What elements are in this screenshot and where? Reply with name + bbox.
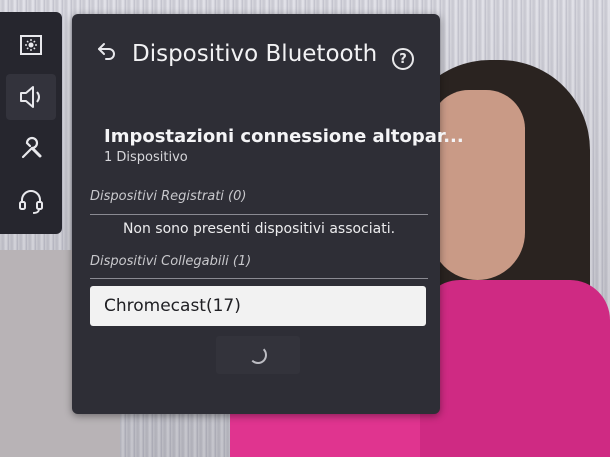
back-arrow-icon[interactable] — [96, 40, 118, 62]
wrench-icon — [21, 136, 42, 159]
registered-devices-label: Dispositivi Registrati (0) — [90, 189, 247, 204]
help-icon[interactable]: ? — [392, 48, 414, 70]
background-person-face — [430, 90, 525, 280]
device-name: Chromecast(17) — [104, 296, 241, 316]
speaker-icon — [20, 86, 40, 108]
picture-settings-icon — [20, 35, 42, 55]
rail-item-general[interactable] — [6, 126, 56, 172]
bluetooth-device-panel: Dispositivo Bluetooth ? Impostazioni con… — [72, 14, 464, 414]
no-devices-message: Non sono presenti dispositivi associati. — [122, 221, 396, 237]
rail-item-support[interactable] — [6, 178, 56, 224]
background-person-shoulder — [420, 280, 610, 457]
settings-category-rail — [0, 12, 62, 234]
rail-item-picture[interactable] — [6, 22, 56, 68]
divider — [90, 214, 428, 215]
connectable-devices-label: Dispositivi Collegabili (1) — [90, 254, 252, 269]
divider — [90, 278, 428, 279]
speaker-connection-settings-title[interactable]: Impostazioni connessione altopar... — [104, 126, 464, 147]
rail-item-sound[interactable] — [6, 74, 56, 120]
device-item-chromecast[interactable]: Chromecast(17) — [90, 286, 426, 326]
device-count-label: 1 Dispositivo — [104, 150, 188, 165]
page-title: Dispositivo Bluetooth — [132, 41, 378, 67]
loading-spinner-icon — [249, 346, 267, 364]
searching-indicator — [216, 336, 300, 374]
headset-icon — [19, 190, 43, 214]
